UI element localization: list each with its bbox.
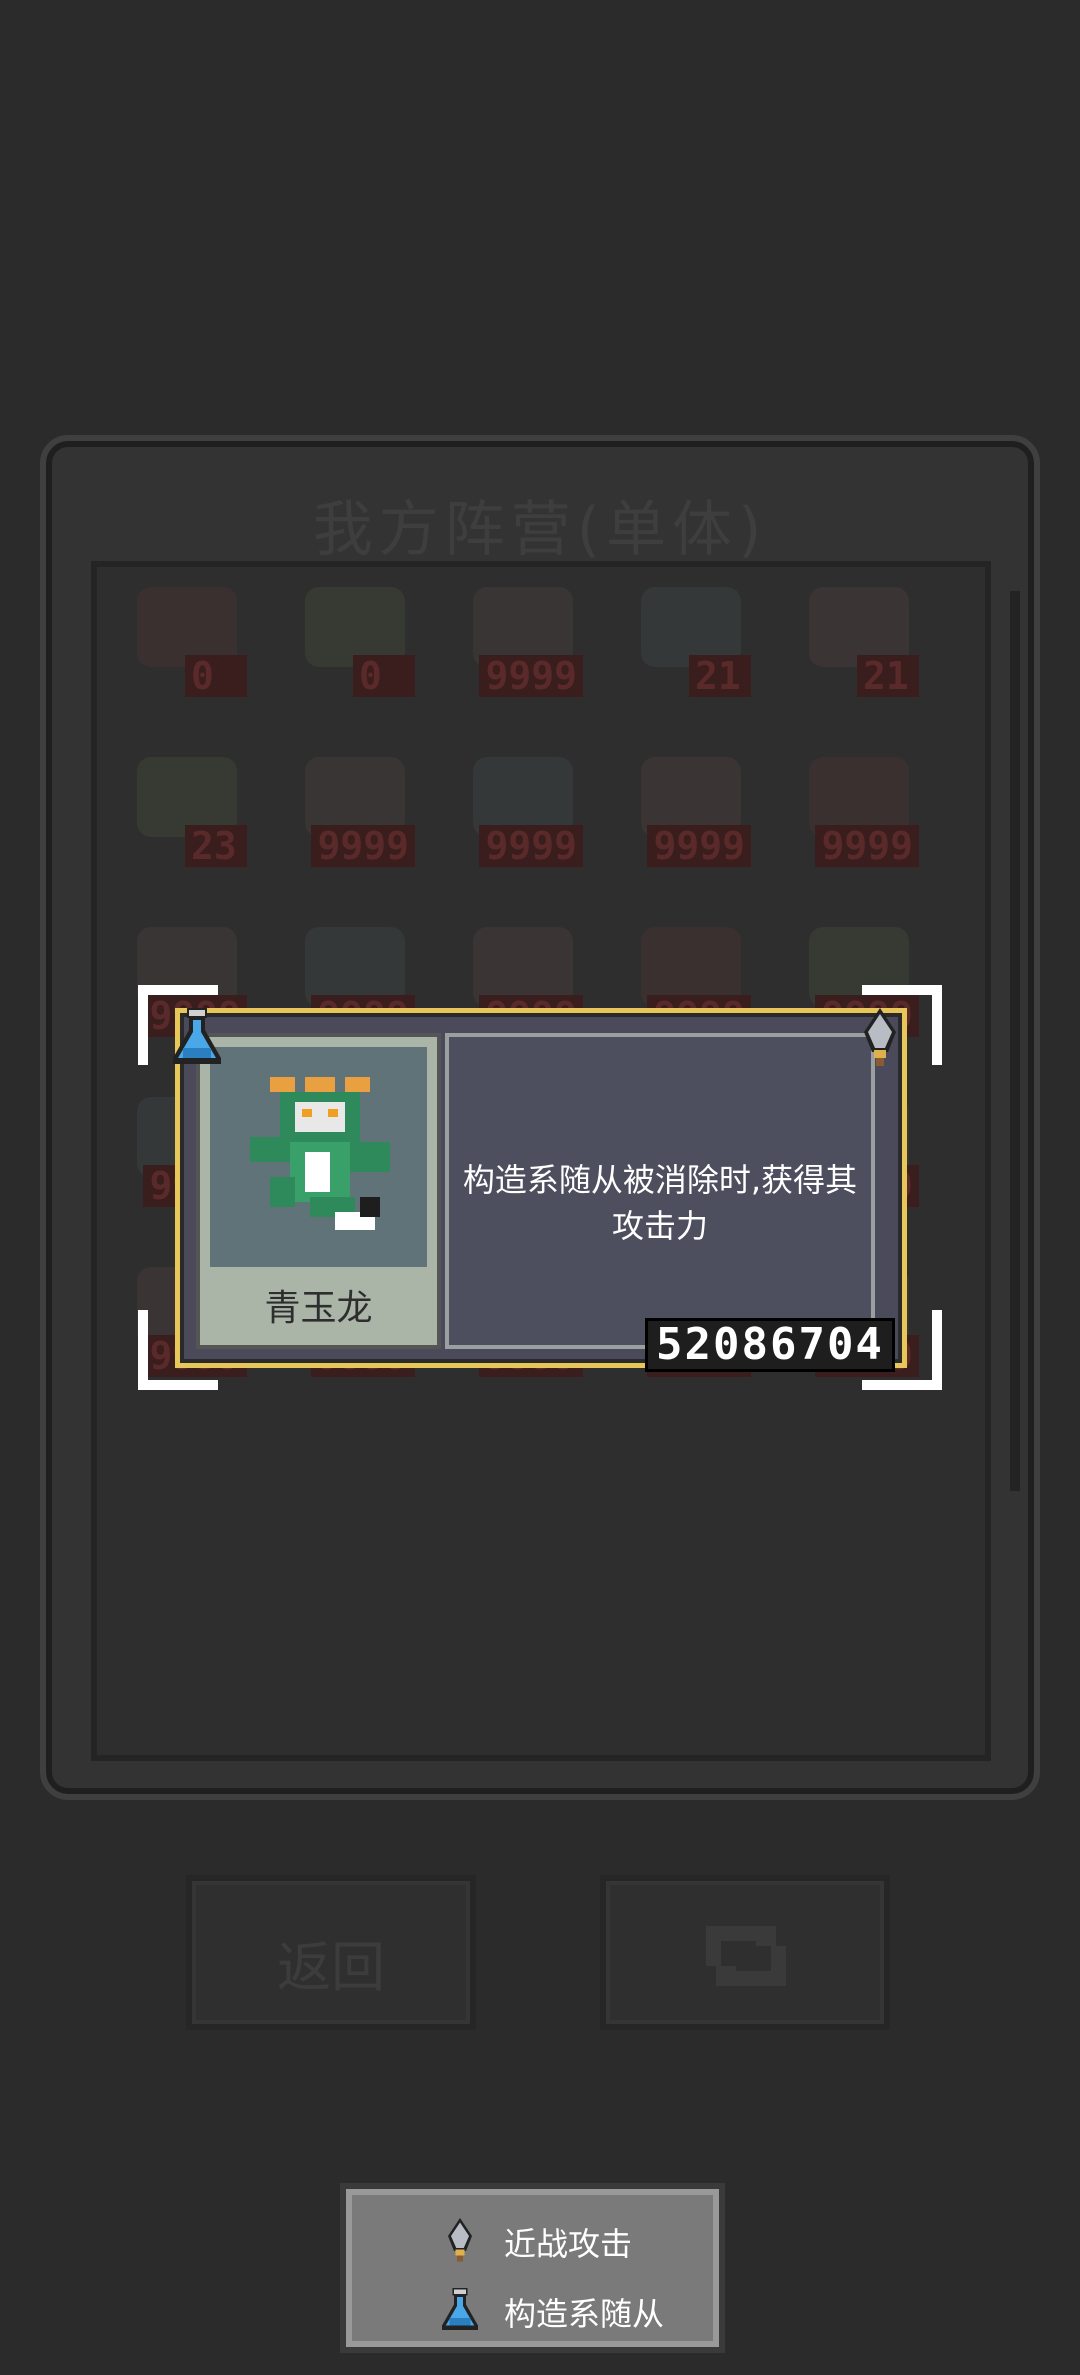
grid-unit[interactable]: 21 bbox=[799, 587, 919, 697]
unit-value: 9999 bbox=[479, 655, 583, 697]
unit-detail-card[interactable]: 青玉龙 构造系随从被消除时,获得其攻击力 bbox=[175, 1008, 907, 1368]
unit-value: 9999 bbox=[311, 825, 415, 867]
unit-value: 21 bbox=[857, 655, 919, 697]
unit-value: 0 bbox=[185, 655, 247, 697]
legend-label-construct: 构造系随从 bbox=[504, 2295, 665, 2333]
jade-dragon-sprite bbox=[250, 1077, 390, 1230]
unit-score: 52086704 bbox=[645, 1318, 895, 1372]
panel-title: 我方阵营(单体) bbox=[312, 495, 768, 565]
back-button-label: 返回 bbox=[277, 1936, 385, 1999]
refresh-button[interactable] bbox=[600, 1875, 890, 2030]
unit-name: 青玉龙 bbox=[264, 1288, 373, 1329]
unit-portrait bbox=[210, 1047, 427, 1267]
unit-value: 23 bbox=[185, 825, 247, 867]
back-button[interactable]: 返回 bbox=[186, 1875, 476, 2030]
description-box: 构造系随从被消除时,获得其攻击力 bbox=[445, 1033, 875, 1349]
legend-item-construct: 构造系随从 bbox=[346, 2279, 719, 2339]
unit-value: 9999 bbox=[479, 825, 583, 867]
unit-value: 9999 bbox=[815, 825, 919, 867]
melee-icon bbox=[864, 1008, 896, 1066]
grid-unit[interactable]: 23 bbox=[127, 757, 247, 867]
tag-legend: 近战攻击 构造系随从 bbox=[340, 2183, 725, 2353]
portrait-frame: 青玉龙 bbox=[196, 1033, 441, 1349]
unit-description: 构造系随从被消除时,获得其攻击力 bbox=[462, 1161, 858, 1245]
grid-unit[interactable]: 0 bbox=[127, 587, 247, 697]
unit-value: 0 bbox=[353, 655, 415, 697]
legend-item-melee: 近战攻击 bbox=[346, 2209, 719, 2269]
grid-unit[interactable]: 9999 bbox=[295, 757, 415, 867]
grid-unit[interactable]: 9999 bbox=[463, 587, 583, 697]
refresh-icon bbox=[706, 1926, 786, 1986]
grid-unit[interactable]: 21 bbox=[631, 587, 751, 697]
grid-unit[interactable]: 9999 bbox=[631, 757, 751, 867]
unit-value: 21 bbox=[689, 655, 751, 697]
potion-icon bbox=[442, 2288, 478, 2330]
grid-unit[interactable]: 0 bbox=[295, 587, 415, 697]
scrollbar[interactable] bbox=[1010, 591, 1020, 1491]
grid-unit[interactable]: 9999 bbox=[463, 757, 583, 867]
grid-unit[interactable]: 9999 bbox=[799, 757, 919, 867]
legend-label-melee: 近战攻击 bbox=[504, 2225, 633, 2263]
potion-icon bbox=[173, 1008, 221, 1064]
unit-value: 9999 bbox=[647, 825, 751, 867]
melee-icon bbox=[448, 2218, 472, 2262]
